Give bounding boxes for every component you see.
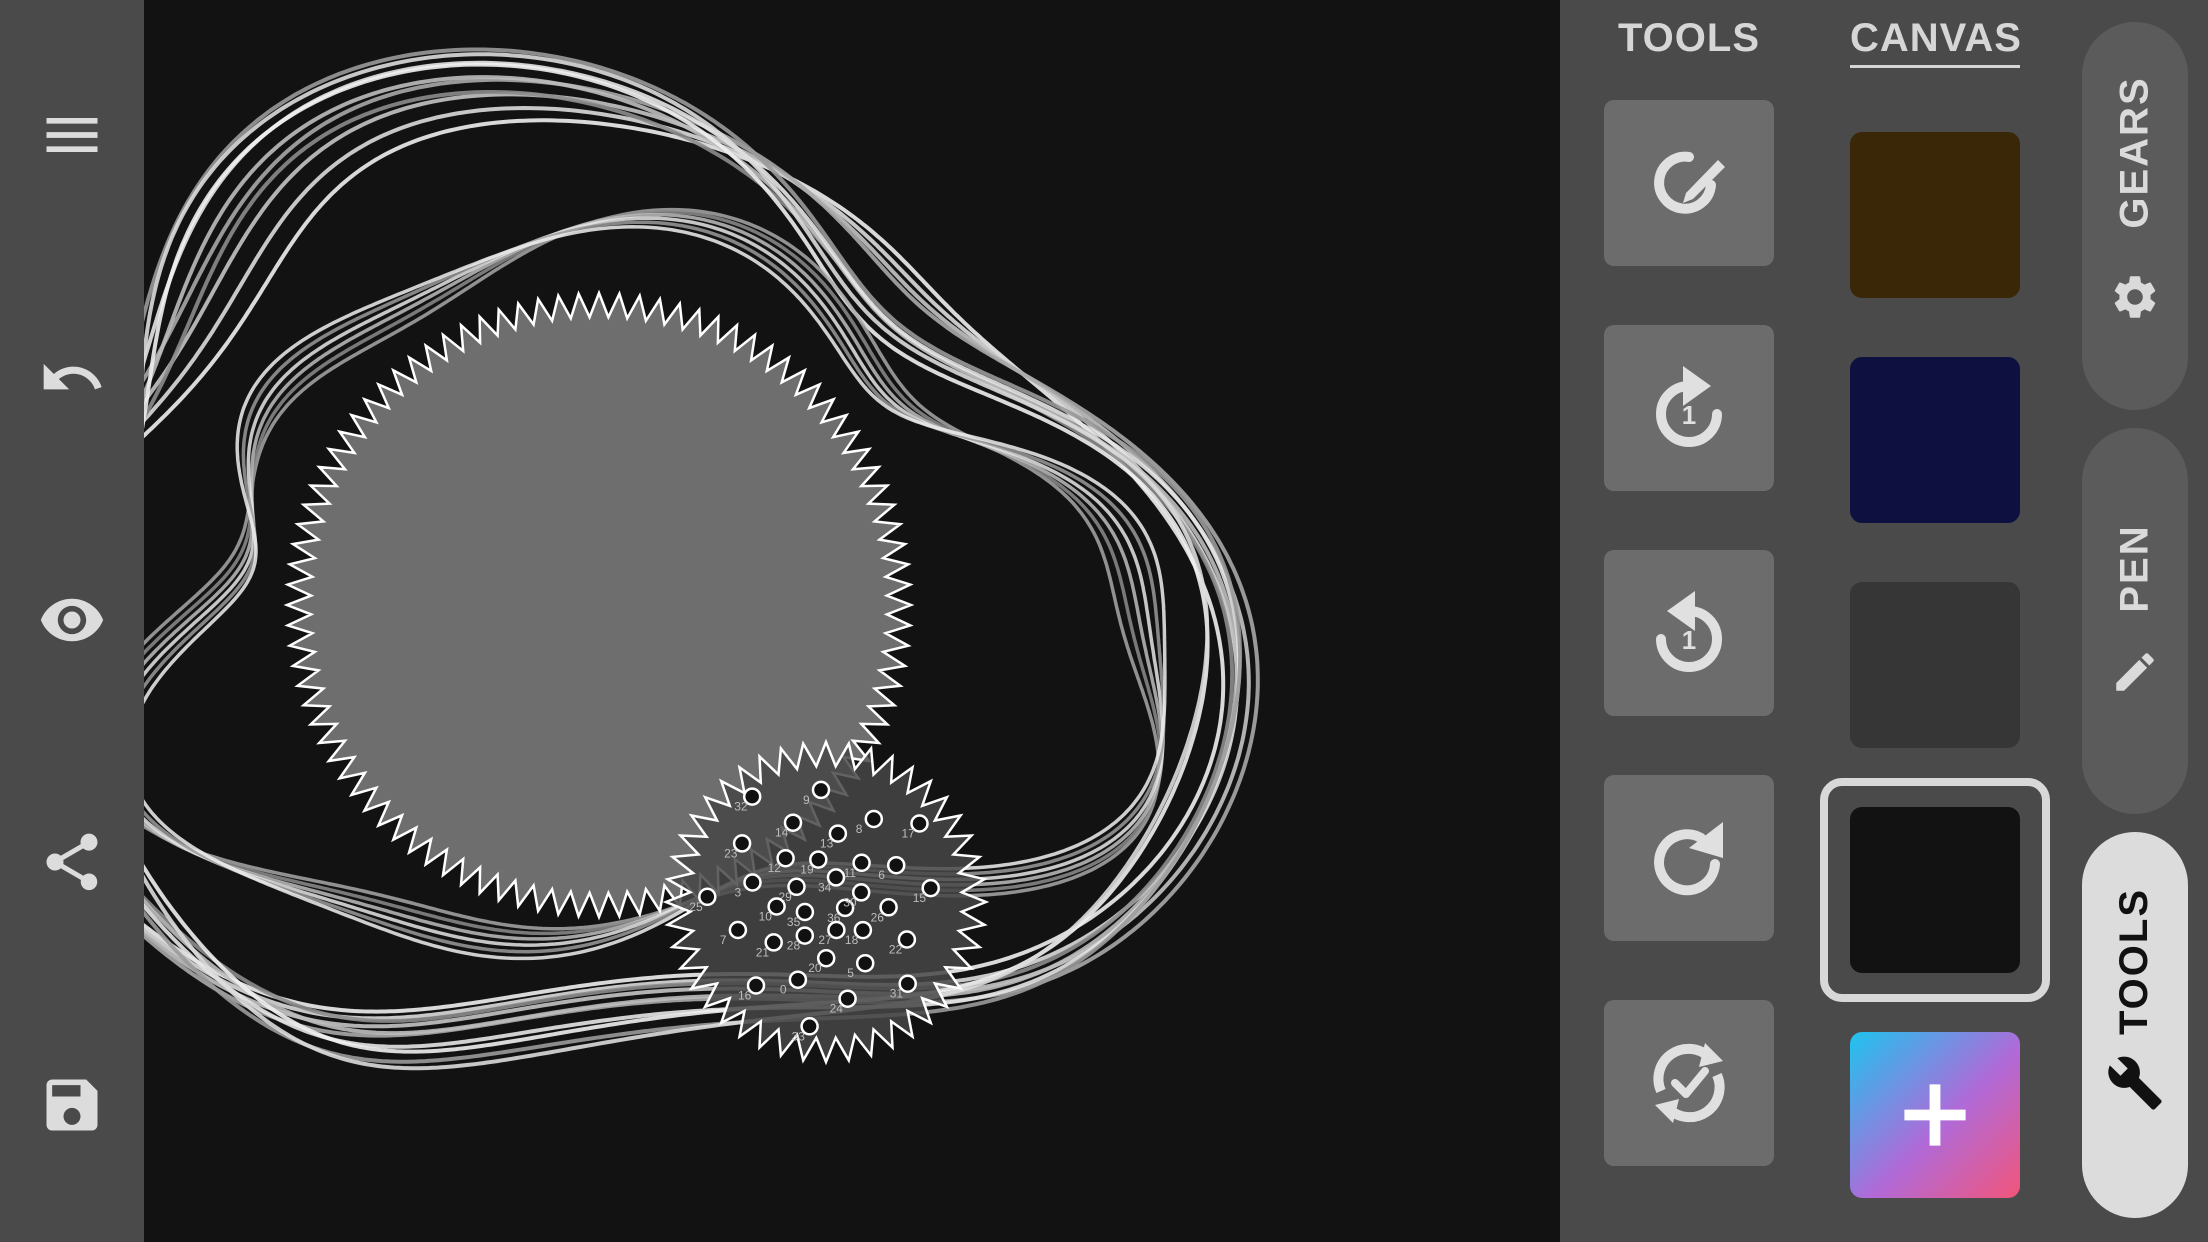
pen-hole-label: 31 <box>890 987 904 1001</box>
pen-hole-label: 14 <box>775 826 789 840</box>
pen-hole[interactable] <box>864 809 884 829</box>
pencil-circle-icon <box>1654 151 1725 214</box>
color-swatch-black[interactable] <box>1850 807 2020 973</box>
pen-hole-label: 20 <box>808 961 822 975</box>
undo-icon <box>43 363 102 390</box>
rotate-forward-one-icon: 1 <box>1656 366 1722 447</box>
tab-canvas[interactable]: CANVAS <box>1850 16 2021 68</box>
left-toolbar <box>0 0 144 1242</box>
pen-hole-label: 32 <box>734 800 748 814</box>
pen-hole-label: 13 <box>820 837 834 851</box>
pen-hole-label: 28 <box>787 939 801 953</box>
rotate-back-badge: 1 <box>1682 625 1696 655</box>
pen-hole-label: 15 <box>913 891 927 905</box>
pen-hole-label: 5 <box>847 966 854 980</box>
side-tab-gears[interactable]: GEARS <box>2082 22 2188 410</box>
save-button[interactable] <box>22 1055 122 1155</box>
pen-hole-label: 3 <box>735 886 742 900</box>
draw-tool-button[interactable] <box>1604 100 1774 266</box>
pen-hole-label: 21 <box>756 945 770 959</box>
share-button[interactable] <box>22 812 122 912</box>
pen-hole-label: 22 <box>889 943 903 957</box>
redo-icon <box>1654 822 1723 896</box>
menu-icon <box>46 118 98 152</box>
pen-hole[interactable] <box>855 953 875 973</box>
pen-hole-label: 19 <box>800 863 814 877</box>
rotate-forward-badge: 1 <box>1682 400 1696 430</box>
pen-hole-label: 34 <box>818 880 832 894</box>
pen-hole-label: 26 <box>871 910 885 924</box>
share-icon <box>46 833 98 891</box>
color-swatch-dark-gray[interactable] <box>1850 582 2020 748</box>
pen-hole-label: 0 <box>780 983 787 997</box>
side-tab-pen-label: PEN <box>2112 523 2157 613</box>
rotate-forward-button[interactable]: 1 <box>1604 325 1774 491</box>
color-swatch-navy[interactable] <box>1850 357 2020 523</box>
pen-icon <box>2116 652 2154 691</box>
pen-hole-label: 11 <box>844 866 857 880</box>
auto-complete-icon <box>1653 1043 1725 1123</box>
pen-hole-label: 6 <box>878 868 885 882</box>
pen-hole-label: 7 <box>720 933 727 947</box>
pen-hole-label: 10 <box>759 910 773 924</box>
add-color-button[interactable] <box>1850 1032 2020 1198</box>
pen-hole-label: 17 <box>902 827 916 841</box>
side-tab-pen[interactable]: PEN <box>2082 428 2188 814</box>
tab-tools[interactable]: TOOLS <box>1589 16 1789 61</box>
pen-hole-label: 33 <box>792 1029 806 1043</box>
side-tab-tools-label: TOOLS <box>2112 887 2157 1035</box>
rotate-back-button[interactable]: 1 <box>1604 550 1774 716</box>
wrench-icon <box>2108 1056 2162 1110</box>
pen-hole[interactable] <box>811 780 831 800</box>
save-icon <box>46 1079 98 1131</box>
redo-button[interactable] <box>1604 775 1774 941</box>
pen-hole-label: 8 <box>856 822 863 836</box>
pen-hole[interactable] <box>743 873 762 892</box>
auto-complete-button[interactable] <box>1604 1000 1774 1166</box>
pen-hole-label: 16 <box>738 989 752 1003</box>
pen-hole-label: 24 <box>830 1002 844 1016</box>
pen-hole-label: 30 <box>843 895 857 909</box>
plus-icon <box>1904 1084 1966 1146</box>
drawing-canvas[interactable]: 36 35 34 27 29 30 28 19 18 10 11 20 12 26 21 13 5 3 6 0 14 22… <box>144 0 1560 1242</box>
pen-hole-label: 12 <box>768 861 782 875</box>
pen-hole[interactable] <box>728 920 748 940</box>
pen-hole[interactable] <box>788 970 808 989</box>
spirograph-drawing[interactable]: 3635342729 302819181011201226211353601422… <box>144 0 1560 1242</box>
side-tab-tools[interactable]: TOOLS <box>2082 832 2188 1218</box>
undo-button[interactable] <box>22 328 122 428</box>
preview-button[interactable] <box>22 570 122 670</box>
pen-hole-label: 25 <box>689 900 703 914</box>
pen-hole-label: 9 <box>803 793 810 807</box>
gear-icon <box>2114 275 2156 318</box>
pen-hole-label: 18 <box>845 933 859 947</box>
pen-hole[interactable] <box>886 855 906 875</box>
eye-icon <box>40 598 104 642</box>
pen-hole-label: 35 <box>787 915 801 929</box>
rotate-back-one-icon: 1 <box>1656 591 1722 672</box>
right-panel: TOOLS CANVAS 1 1 GEARS PEN TOOLS <box>1560 0 2208 1242</box>
side-tab-gears-label: GEARS <box>2112 75 2157 229</box>
pen-hole-label: 27 <box>818 933 832 947</box>
color-swatch-brown[interactable] <box>1850 132 2020 298</box>
menu-button[interactable] <box>22 85 122 185</box>
pen-hole-label: 23 <box>724 846 738 860</box>
